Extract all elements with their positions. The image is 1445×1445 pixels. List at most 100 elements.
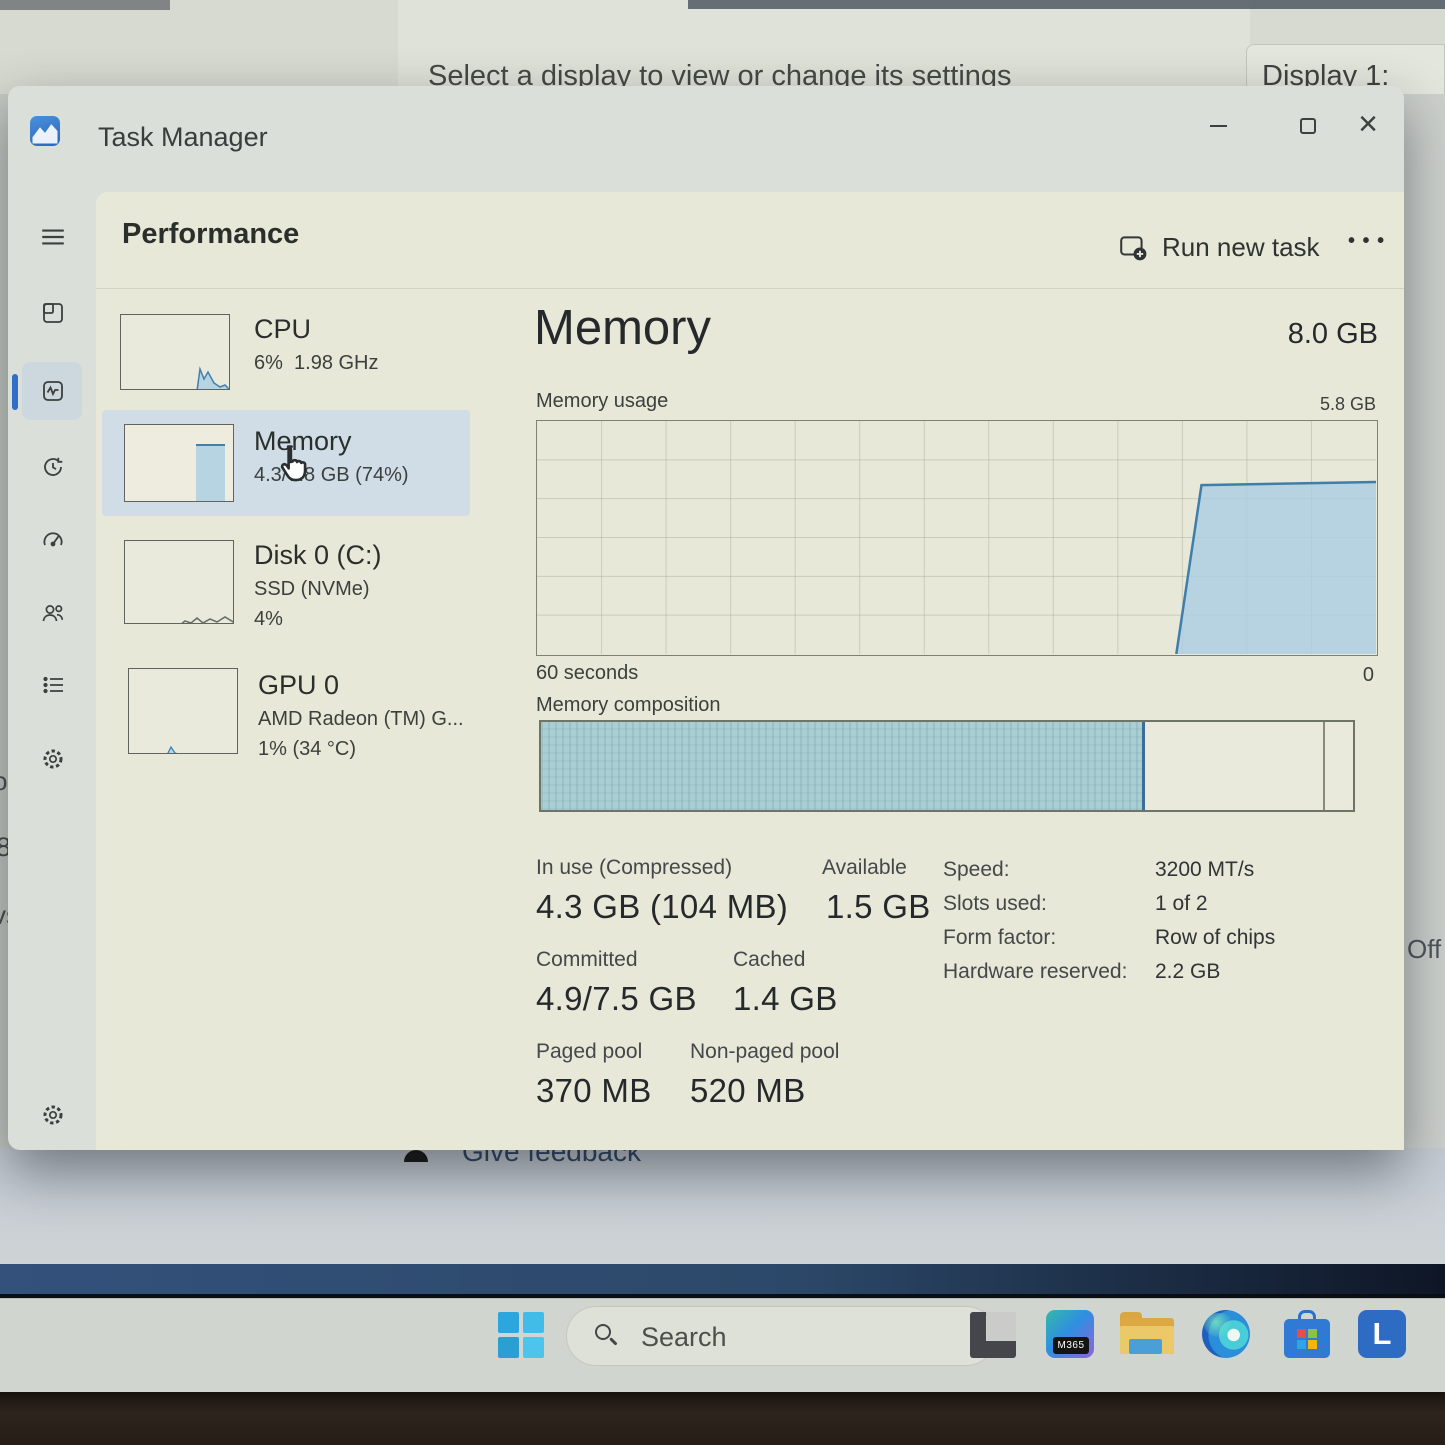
run-new-task-label: Run new task — [1162, 232, 1320, 263]
laptop-bezel — [0, 1392, 1445, 1445]
in-use-value: 4.3 GB (104 MB) — [536, 888, 788, 926]
windows-logo-icon — [498, 1337, 519, 1358]
window-title: Task Manager — [98, 122, 268, 153]
available-value: 1.5 GB — [826, 888, 931, 926]
store-pane — [1297, 1340, 1306, 1349]
photo-dark-edge-right — [688, 0, 1445, 9]
l-gray-light-square — [987, 1312, 1016, 1341]
performance-panel: Performance Run new task • • • CPU 6% 1.… — [96, 192, 1404, 1150]
sidebar-item-performance[interactable] — [30, 368, 76, 414]
search-icon-handle — [609, 1337, 617, 1345]
perf-item-gpu-line2: AMD Radeon (TM) G... — [258, 708, 464, 731]
disk-mini-graph[interactable] — [124, 540, 234, 624]
run-new-task-icon — [1118, 232, 1148, 262]
task-manager-app-icon — [30, 116, 60, 146]
desktop-below-window — [0, 1148, 1445, 1266]
windows-logo-icon — [523, 1337, 544, 1358]
minimize-icon — [1210, 125, 1227, 127]
available-label: Available — [822, 856, 907, 880]
sidebar-item-details[interactable] — [30, 662, 76, 708]
form-factor-label: Form factor: — [943, 926, 1056, 950]
run-new-task-button[interactable]: Run new task — [1118, 224, 1328, 270]
close-button[interactable]: × — [1344, 100, 1392, 148]
memory-mini-graph-fill — [196, 444, 225, 501]
night-light-off-label: Off — [1407, 934, 1441, 965]
more-options-button[interactable]: • • • — [1348, 230, 1385, 253]
memory-composition-bar[interactable] — [539, 720, 1355, 812]
perf-item-disk-title[interactable]: Disk 0 (C:) — [254, 540, 382, 571]
file-explorer-icon[interactable] — [1120, 1312, 1174, 1358]
minimize-button[interactable] — [1194, 104, 1242, 148]
maximize-icon — [1300, 118, 1316, 134]
memory-usage-graph — [536, 420, 1378, 656]
dock-l-gray-app-icon[interactable] — [970, 1312, 1016, 1358]
graph-time-label: 60 seconds — [536, 662, 638, 685]
l-app-icon[interactable]: L — [1358, 1310, 1406, 1358]
graph-zero-label: 0 — [1363, 664, 1374, 687]
windows-logo-icon — [498, 1312, 519, 1333]
sidebar-item-startup-apps[interactable] — [30, 516, 76, 562]
clipped-text-fragment: o — [0, 766, 7, 797]
windows-logo-icon — [523, 1312, 544, 1333]
composition-divider — [1323, 722, 1325, 810]
memory-mini-graph[interactable] — [124, 424, 234, 502]
memory-title: Memory — [534, 300, 711, 356]
perf-item-disk-line3: 4% — [254, 608, 283, 631]
microsoft-store-icon[interactable] — [1284, 1310, 1330, 1358]
store-pane — [1297, 1329, 1306, 1338]
slots-used-label: Slots used: — [943, 892, 1047, 916]
store-pane — [1308, 1340, 1317, 1349]
task-manager-window: Task Manager × — [8, 86, 1404, 1150]
perf-item-cpu-title[interactable]: CPU — [254, 314, 311, 345]
sidebar-selection-pill — [12, 374, 18, 410]
wallpaper-band — [0, 1264, 1445, 1297]
header-divider — [96, 288, 1404, 289]
in-use-label: In use (Compressed) — [536, 856, 732, 880]
form-factor-value: Row of chips — [1155, 926, 1275, 950]
memory-composition-label: Memory composition — [536, 694, 721, 717]
edge-swirl — [1204, 1313, 1234, 1337]
search-input[interactable]: Search — [566, 1306, 996, 1366]
hardware-reserved-label: Hardware reserved: — [943, 960, 1127, 984]
edge-browser-icon[interactable] — [1202, 1310, 1250, 1358]
perf-item-cpu-line2: 6% 1.98 GHz — [254, 352, 379, 375]
store-bag — [1284, 1319, 1330, 1358]
photo-dark-edge-left — [0, 0, 170, 10]
composition-in-use-segment — [541, 722, 1145, 810]
sidebar-item-users[interactable] — [30, 590, 76, 636]
cpu-mini-graph[interactable] — [120, 314, 230, 390]
sidebar-item-processes[interactable] — [30, 290, 76, 336]
memory-scale-label: 5.8 GB — [1320, 394, 1376, 415]
sidebar-item-app-history[interactable] — [30, 444, 76, 490]
cursor-hand-pointer — [272, 442, 314, 484]
perf-item-gpu-title[interactable]: GPU 0 — [258, 670, 339, 701]
memory-total: 8.0 GB — [1288, 318, 1378, 351]
m365-badge: M365 — [1053, 1337, 1089, 1354]
memory-usage-label: Memory usage — [536, 390, 668, 413]
hardware-reserved-value: 2.2 GB — [1155, 960, 1220, 984]
start-button[interactable] — [498, 1312, 544, 1358]
paged-pool-label: Paged pool — [536, 1040, 642, 1064]
cached-label: Cached — [733, 948, 805, 972]
photo-of-laptop-screen: Select a display to view or change its s… — [0, 0, 1445, 1445]
gpu-mini-graph[interactable] — [128, 668, 238, 754]
perf-item-gpu-line3: 1% (34 °C) — [258, 738, 356, 761]
sidebar-menu-button[interactable] — [30, 214, 76, 260]
search-icon — [595, 1324, 611, 1340]
sidebar-item-services[interactable] — [30, 736, 76, 782]
speed-label: Speed: — [943, 858, 1010, 882]
speed-value: 3200 MT/s — [1155, 858, 1254, 882]
folder-pocket — [1129, 1339, 1162, 1354]
m365-copilot-icon[interactable]: M365 — [1046, 1310, 1094, 1358]
search-placeholder: Search — [641, 1322, 727, 1353]
slots-used-value: 1 of 2 — [1155, 892, 1208, 916]
cached-value: 1.4 GB — [733, 980, 838, 1018]
nonpaged-pool-label: Non-paged pool — [690, 1040, 839, 1064]
committed-label: Committed — [536, 948, 638, 972]
page-title: Performance — [122, 218, 299, 251]
store-pane — [1308, 1329, 1317, 1338]
nonpaged-pool-value: 520 MB — [690, 1072, 806, 1110]
maximize-button[interactable] — [1284, 104, 1332, 148]
paged-pool-value: 370 MB — [536, 1072, 652, 1110]
settings-button[interactable] — [30, 1092, 76, 1138]
